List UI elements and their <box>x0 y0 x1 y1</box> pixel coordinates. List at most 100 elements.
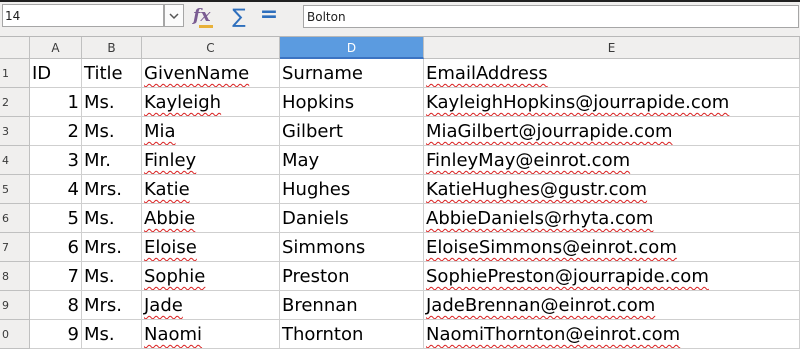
select-all-corner[interactable] <box>0 37 30 59</box>
cell-email[interactable]: MiaGilbert@jourrapide.com <box>424 117 800 146</box>
cell-title[interactable]: Ms. <box>82 117 142 146</box>
row-header[interactable]: 4 <box>0 146 30 175</box>
cell-text: Eloise <box>144 237 197 258</box>
cell-title[interactable]: Mrs. <box>82 175 142 204</box>
cell-given-name[interactable]: Jade <box>142 291 280 320</box>
cell-text: 7 <box>67 266 79 287</box>
cell-surname[interactable]: Hopkins <box>280 88 424 117</box>
cell-id[interactable]: ID <box>30 59 82 88</box>
cell-id[interactable]: 8 <box>30 291 82 320</box>
cell-given-name[interactable]: Naomi <box>142 320 280 349</box>
table-row: 5 4 Mrs. Katie Hughes KatieHughes@gustr.com <box>0 175 800 204</box>
cell-given-name[interactable]: Kayleigh <box>142 88 280 117</box>
cell-given-name[interactable]: Eloise <box>142 233 280 262</box>
row-header[interactable]: 7 <box>0 233 30 262</box>
cell-email[interactable]: SophiePreston@jourrapide.com <box>424 262 800 291</box>
cell-given-name[interactable]: GivenName <box>142 59 280 88</box>
cell-id[interactable]: 6 <box>30 233 82 262</box>
cell-id[interactable]: 4 <box>30 175 82 204</box>
cell-title[interactable]: Ms. <box>82 262 142 291</box>
cell-surname[interactable]: Thornton <box>280 320 424 349</box>
cell-text: Mrs. <box>84 295 123 316</box>
cell-title[interactable]: Ms. <box>82 320 142 349</box>
cell-given-name[interactable]: Sophie <box>142 262 280 291</box>
cell-title[interactable]: Ms. <box>82 88 142 117</box>
cell-text: Daniels <box>282 208 349 229</box>
cell-text: Mr. <box>84 150 111 171</box>
cell-text: 2 <box>67 121 79 142</box>
cell-surname[interactable]: Simmons <box>280 233 424 262</box>
table-row: 4 3 Mr. Finley May FinleyMay@einrot.com <box>0 146 800 175</box>
cell-email[interactable]: KayleighHopkins@jourrapide.com <box>424 88 800 117</box>
cell-text: GivenName <box>144 63 250 84</box>
cell-email[interactable]: AbbieDaniels@rhyta.com <box>424 204 800 233</box>
table-row: 3 2 Ms. Mia Gilbert MiaGilbert@jourrapide.com <box>0 117 800 146</box>
cell-surname[interactable]: Preston <box>280 262 424 291</box>
row-header[interactable]: 1 <box>0 59 30 88</box>
formula-input[interactable]: Bolton <box>303 5 799 28</box>
cell-text: May <box>282 150 320 171</box>
cell-title[interactable]: Mrs. <box>82 233 142 262</box>
cell-text: 6 <box>67 237 79 258</box>
cell-email[interactable]: EmailAddress <box>424 59 800 88</box>
cell-given-name[interactable]: Abbie <box>142 204 280 233</box>
cell-title[interactable]: Title <box>82 59 142 88</box>
cell-text: Kayleigh <box>144 92 222 113</box>
cell-email[interactable]: EloiseSimmons@einrot.com <box>424 233 800 262</box>
equal-icon[interactable]: = <box>258 4 280 28</box>
cell-text: 4 <box>67 179 79 200</box>
function-wizard-icon[interactable]: fx <box>193 5 219 29</box>
cell-surname[interactable]: Brennan <box>280 291 424 320</box>
cell-surname[interactable]: Gilbert <box>280 117 424 146</box>
cell-id[interactable]: 9 <box>30 320 82 349</box>
row-header[interactable]: 2 <box>0 88 30 117</box>
cell-id[interactable]: 3 <box>30 146 82 175</box>
name-box[interactable]: 14 <box>2 4 164 27</box>
cell-title[interactable]: Mr. <box>82 146 142 175</box>
name-box-dropdown-button[interactable] <box>164 4 184 27</box>
column-header-c[interactable]: C <box>142 37 280 59</box>
chevron-down-icon <box>169 12 179 19</box>
cell-text: Sophie <box>144 266 206 287</box>
column-header-d[interactable]: D <box>280 37 424 59</box>
cell-text: FinleyMay@einrot.com <box>426 150 631 171</box>
cell-id[interactable]: 2 <box>30 117 82 146</box>
table-row: 9 8 Mrs. Jade Brennan JadeBrennan@einrot.com <box>0 291 800 320</box>
cell-id[interactable]: 5 <box>30 204 82 233</box>
cell-email[interactable]: KatieHughes@gustr.com <box>424 175 800 204</box>
cell-id[interactable]: 1 <box>30 88 82 117</box>
cell-surname[interactable]: Hughes <box>280 175 424 204</box>
row-header[interactable]: 9 <box>0 291 30 320</box>
cell-given-name[interactable]: Finley <box>142 146 280 175</box>
cell-surname[interactable]: Surname <box>280 59 424 88</box>
column-header-b[interactable]: B <box>82 37 142 59</box>
cell-email[interactable]: FinleyMay@einrot.com <box>424 146 800 175</box>
column-header-a[interactable]: A <box>30 37 82 59</box>
column-header-e[interactable]: E <box>424 37 800 59</box>
cell-text: AbbieDaniels@rhyta.com <box>426 208 654 229</box>
cell-text: Finley <box>144 150 197 171</box>
spreadsheet-grid: A B C D E 1 ID Title GivenName Surname EmailA… <box>0 37 800 351</box>
row-header[interactable]: 3 <box>0 117 30 146</box>
cell-id[interactable]: 7 <box>30 262 82 291</box>
cell-text: Preston <box>282 266 350 287</box>
row-header[interactable]: 6 <box>0 204 30 233</box>
cell-text: 3 <box>67 150 79 171</box>
cell-surname[interactable]: May <box>280 146 424 175</box>
cell-text: Mia <box>144 121 176 142</box>
row-header[interactable]: 8 <box>0 262 30 291</box>
cell-given-name[interactable]: Katie <box>142 175 280 204</box>
cell-surname[interactable]: Daniels <box>280 204 424 233</box>
cell-text: JadeBrennan@einrot.com <box>426 295 656 316</box>
cell-email[interactable]: JadeBrennan@einrot.com <box>424 291 800 320</box>
cell-given-name[interactable]: Mia <box>142 117 280 146</box>
cell-title[interactable]: Mrs. <box>82 291 142 320</box>
cell-text: NaomiThornton@einrot.com <box>426 324 681 345</box>
cell-title[interactable]: Ms. <box>82 204 142 233</box>
row-header[interactable]: 0 <box>0 320 30 349</box>
cell-text: Mrs. <box>84 237 123 258</box>
cell-text: Naomi <box>144 324 203 345</box>
cell-email[interactable]: NaomiThornton@einrot.com <box>424 320 800 349</box>
sum-icon[interactable]: ∑ <box>228 4 250 28</box>
row-header[interactable]: 5 <box>0 175 30 204</box>
